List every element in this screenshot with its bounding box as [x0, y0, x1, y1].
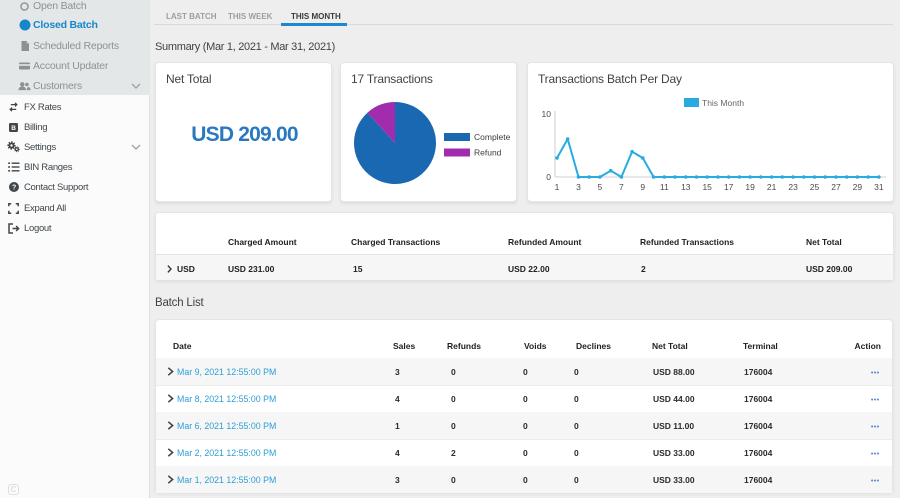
- svg-text:9: 9: [640, 182, 645, 192]
- svg-text:23: 23: [788, 182, 798, 192]
- svg-text:10: 10: [542, 109, 552, 119]
- svg-text:17: 17: [724, 182, 734, 192]
- svg-text:29: 29: [853, 182, 863, 192]
- svg-text:27: 27: [831, 182, 841, 192]
- svg-text:0: 0: [546, 172, 551, 182]
- svg-text:1: 1: [555, 182, 560, 192]
- svg-text:21: 21: [767, 182, 777, 192]
- svg-text:This Month: This Month: [702, 98, 744, 108]
- svg-text:11: 11: [660, 182, 669, 192]
- svg-text:19: 19: [745, 182, 755, 192]
- svg-text:5: 5: [598, 182, 603, 192]
- svg-text:25: 25: [810, 182, 820, 192]
- svg-text:13: 13: [681, 182, 691, 192]
- svg-text:Refund: Refund: [474, 148, 502, 158]
- svg-text:3: 3: [576, 182, 581, 192]
- svg-text:Complete: Complete: [474, 132, 511, 142]
- svg-text:?: ?: [12, 185, 16, 192]
- svg-text:31: 31: [874, 182, 884, 192]
- svg-text:B: B: [11, 125, 16, 132]
- svg-text:7: 7: [619, 182, 624, 192]
- svg-text:15: 15: [702, 182, 712, 192]
